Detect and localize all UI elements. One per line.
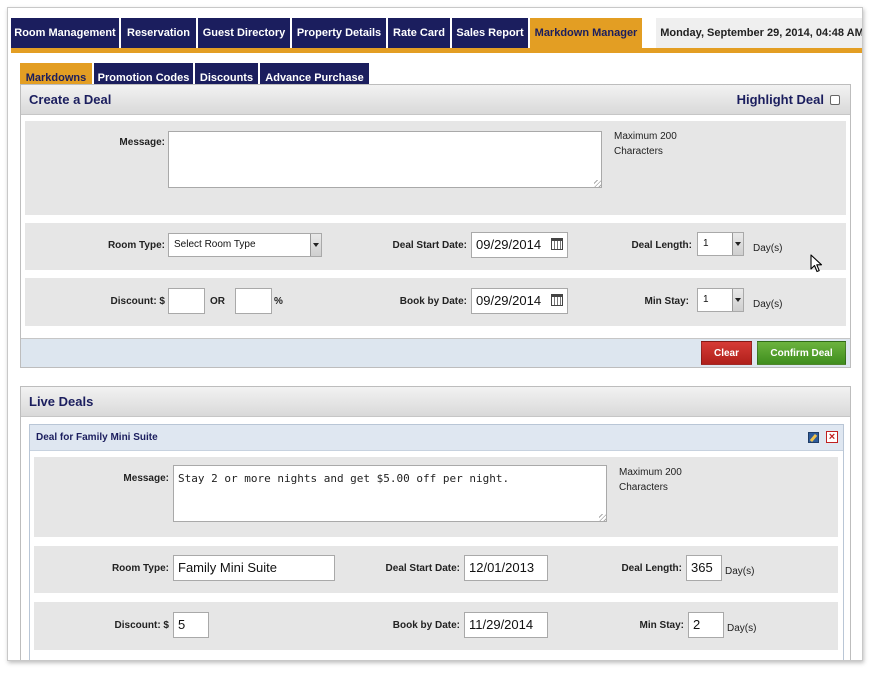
create-deal-header: Create a Deal Highlight Deal xyxy=(21,85,850,115)
chevron-down-icon xyxy=(310,234,321,256)
main-nav: Room Management Reservation Guest Direct… xyxy=(11,18,644,48)
live-deals-panel: Live Deals Deal for Family Mini Suite × … xyxy=(20,386,851,660)
create-deal-title: Create a Deal xyxy=(29,92,112,107)
tab-room-management[interactable]: Room Management xyxy=(11,18,119,48)
live-deal-length-unit: Day(s) xyxy=(725,566,755,577)
live-message-textarea[interactable]: Stay 2 or more nights and get $5.00 off … xyxy=(173,465,607,522)
book-by-date-label: Book by Date: xyxy=(399,296,467,307)
live-min-stay-input[interactable]: 2 xyxy=(688,612,724,638)
live-deal-title: Deal for Family Mini Suite xyxy=(36,432,158,443)
resize-grip-icon[interactable] xyxy=(599,514,606,521)
book-by-date-value: 09/29/2014 xyxy=(476,293,542,308)
mouse-pointer-icon xyxy=(810,254,823,273)
discount-row: Discount: $ OR % Book by Date: 09/29/201… xyxy=(25,278,846,326)
discount-amount-input[interactable] xyxy=(168,288,205,314)
message-textarea[interactable] xyxy=(168,131,602,188)
tab-property-details[interactable]: Property Details xyxy=(292,18,386,48)
deal-start-date-input[interactable]: 09/29/2014 xyxy=(471,232,568,258)
app-window: Room Management Reservation Guest Direct… xyxy=(7,7,863,661)
live-discount-label: Discount: $ xyxy=(114,620,169,631)
deal-start-date-value: 09/29/2014 xyxy=(476,237,542,252)
calendar-icon[interactable] xyxy=(551,238,563,250)
live-deals-header: Live Deals xyxy=(21,387,850,417)
resize-grip-icon[interactable] xyxy=(594,180,601,187)
nav-underline xyxy=(11,48,862,53)
live-message-row: Message: Stay 2 or more nights and get $… xyxy=(34,457,838,537)
live-min-stay-unit: Day(s) xyxy=(727,623,757,634)
min-stay-value: 1 xyxy=(703,294,709,305)
live-room-type-row: Room Type: Family Mini Suite Deal Start … xyxy=(34,546,838,593)
min-stay-unit: Day(s) xyxy=(753,299,783,310)
message-row: Message: Maximum 200 Characters xyxy=(25,121,846,215)
or-label: OR xyxy=(210,296,225,307)
live-room-type-input[interactable]: Family Mini Suite xyxy=(173,555,335,581)
deal-length-select[interactable]: 1 xyxy=(697,232,744,256)
message-label: Message: xyxy=(119,137,165,148)
live-deal-start-date-label: Deal Start Date: xyxy=(385,563,460,574)
book-by-date-input[interactable]: 09/29/2014 xyxy=(471,288,568,314)
current-datetime: Monday, September 29, 2014, 04:48 AM xyxy=(656,18,862,48)
live-deal-length-label: Deal Length: xyxy=(621,563,682,574)
live-min-stay-label: Min Stay: xyxy=(639,620,684,631)
live-deal-header: Deal for Family Mini Suite × xyxy=(30,425,843,451)
max-chars-note-1: Maximum 200 xyxy=(614,131,677,142)
room-type-selected: Select Room Type xyxy=(174,239,256,250)
room-type-label: Room Type: xyxy=(107,240,165,251)
discount-label: Discount: $ xyxy=(110,296,165,307)
live-deal-card: Deal for Family Mini Suite × Message: St… xyxy=(29,424,844,660)
percent-sign: % xyxy=(274,296,283,307)
min-stay-label: Min Stay: xyxy=(644,296,689,307)
tab-rate-card[interactable]: Rate Card xyxy=(388,18,450,48)
live-max-chars-note-2: Characters xyxy=(619,482,668,493)
create-deal-panel: Create a Deal Highlight Deal Message: Ma… xyxy=(20,84,851,368)
tab-sales-report[interactable]: Sales Report xyxy=(452,18,528,48)
tab-reservation[interactable]: Reservation xyxy=(121,18,196,48)
highlight-deal-option: Highlight Deal xyxy=(737,92,840,107)
clear-button[interactable]: Clear xyxy=(701,341,752,365)
live-deals-title: Live Deals xyxy=(29,394,94,409)
edit-icon[interactable] xyxy=(808,432,819,443)
create-deal-footer: Clear Confirm Deal xyxy=(21,338,850,367)
live-deal-start-date-input[interactable]: 12/01/2013 xyxy=(464,555,548,581)
live-deal-length-input[interactable]: 365 xyxy=(686,555,722,581)
min-stay-select[interactable]: 1 xyxy=(697,288,744,312)
live-discount-row: Discount: $ 5 Book by Date: 11/29/2014 M… xyxy=(34,602,838,650)
highlight-deal-label: Highlight Deal xyxy=(736,92,824,107)
room-type-row: Room Type: Select Room Type Deal Start D… xyxy=(25,223,846,270)
tab-guest-directory[interactable]: Guest Directory xyxy=(198,18,290,48)
discount-percent-input[interactable] xyxy=(235,288,272,314)
live-book-by-date-input[interactable]: 11/29/2014 xyxy=(464,612,548,638)
delete-icon[interactable]: × xyxy=(826,431,838,443)
deal-length-unit: Day(s) xyxy=(753,243,783,254)
deal-length-label: Deal Length: xyxy=(631,240,692,251)
chevron-down-icon xyxy=(732,233,743,255)
live-book-by-date-label: Book by Date: xyxy=(392,620,460,631)
live-room-type-label: Room Type: xyxy=(111,563,169,574)
live-discount-input[interactable]: 5 xyxy=(173,612,209,638)
calendar-icon[interactable] xyxy=(551,294,563,306)
tab-markdown-manager[interactable]: Markdown Manager xyxy=(530,18,642,48)
live-max-chars-note-1: Maximum 200 xyxy=(619,467,682,478)
max-chars-note-2: Characters xyxy=(614,146,663,157)
deal-length-value: 1 xyxy=(703,238,709,249)
room-type-select[interactable]: Select Room Type xyxy=(168,233,322,257)
chevron-down-icon xyxy=(732,289,743,311)
confirm-deal-button[interactable]: Confirm Deal xyxy=(757,341,846,365)
highlight-deal-checkbox[interactable] xyxy=(830,94,840,105)
live-message-label: Message: xyxy=(123,473,169,484)
deal-start-date-label: Deal Start Date: xyxy=(392,240,467,251)
